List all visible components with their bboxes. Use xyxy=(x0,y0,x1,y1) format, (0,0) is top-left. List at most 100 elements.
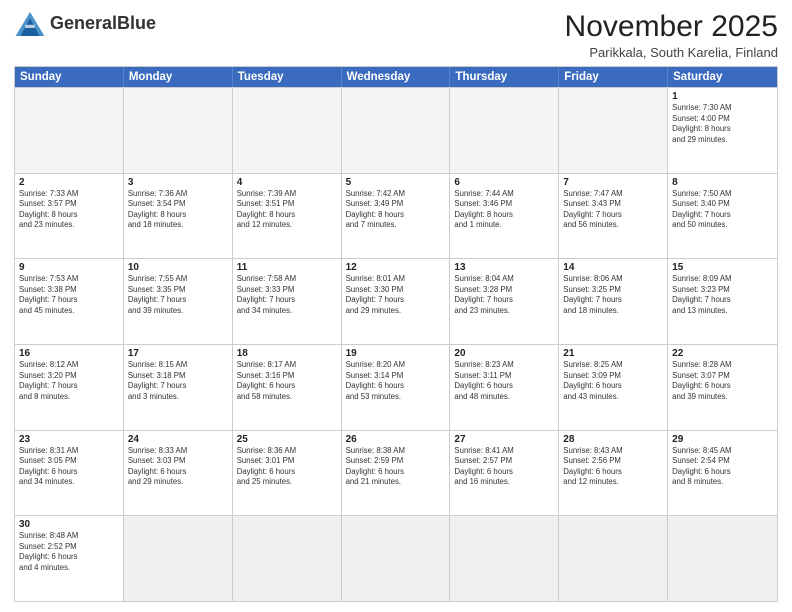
day-cell: 24Sunrise: 8:33 AM Sunset: 3:03 PM Dayli… xyxy=(124,431,233,516)
day-cell xyxy=(124,88,233,173)
day-header-thursday: Thursday xyxy=(450,67,559,87)
day-cell: 13Sunrise: 8:04 AM Sunset: 3:28 PM Dayli… xyxy=(450,259,559,344)
day-info: Sunrise: 8:38 AM Sunset: 2:59 PM Dayligh… xyxy=(346,446,446,488)
day-cell: 7Sunrise: 7:47 AM Sunset: 3:43 PM Daylig… xyxy=(559,174,668,259)
day-cell: 20Sunrise: 8:23 AM Sunset: 3:11 PM Dayli… xyxy=(450,345,559,430)
day-info: Sunrise: 8:17 AM Sunset: 3:16 PM Dayligh… xyxy=(237,360,337,402)
day-cell: 11Sunrise: 7:58 AM Sunset: 3:33 PM Dayli… xyxy=(233,259,342,344)
header: GeneralBlue November 2025 Parikkala, Sou… xyxy=(14,10,778,60)
month-title: November 2025 xyxy=(565,10,778,43)
day-info: Sunrise: 7:47 AM Sunset: 3:43 PM Dayligh… xyxy=(563,189,663,231)
day-cell: 26Sunrise: 8:38 AM Sunset: 2:59 PM Dayli… xyxy=(342,431,451,516)
day-number: 19 xyxy=(346,348,446,359)
day-cell: 12Sunrise: 8:01 AM Sunset: 3:30 PM Dayli… xyxy=(342,259,451,344)
location-subtitle: Parikkala, South Karelia, Finland xyxy=(565,45,778,60)
day-number: 29 xyxy=(672,434,773,445)
week-row-4: 16Sunrise: 8:12 AM Sunset: 3:20 PM Dayli… xyxy=(15,344,777,430)
day-cell: 17Sunrise: 8:15 AM Sunset: 3:18 PM Dayli… xyxy=(124,345,233,430)
week-row-6: 30Sunrise: 8:48 AM Sunset: 2:52 PM Dayli… xyxy=(15,515,777,601)
day-headers-row: SundayMondayTuesdayWednesdayThursdayFrid… xyxy=(15,67,777,87)
day-number: 16 xyxy=(19,348,119,359)
day-info: Sunrise: 8:43 AM Sunset: 2:56 PM Dayligh… xyxy=(563,446,663,488)
day-number: 12 xyxy=(346,262,446,273)
day-number: 24 xyxy=(128,434,228,445)
day-info: Sunrise: 8:45 AM Sunset: 2:54 PM Dayligh… xyxy=(672,446,773,488)
week-row-2: 2Sunrise: 7:33 AM Sunset: 3:57 PM Daylig… xyxy=(15,173,777,259)
day-cell: 3Sunrise: 7:36 AM Sunset: 3:54 PM Daylig… xyxy=(124,174,233,259)
day-info: Sunrise: 8:15 AM Sunset: 3:18 PM Dayligh… xyxy=(128,360,228,402)
day-cell xyxy=(233,516,342,601)
day-number: 3 xyxy=(128,177,228,188)
day-cell xyxy=(559,88,668,173)
day-cell: 29Sunrise: 8:45 AM Sunset: 2:54 PM Dayli… xyxy=(668,431,777,516)
day-info: Sunrise: 8:36 AM Sunset: 3:01 PM Dayligh… xyxy=(237,446,337,488)
day-info: Sunrise: 7:58 AM Sunset: 3:33 PM Dayligh… xyxy=(237,274,337,316)
day-number: 23 xyxy=(19,434,119,445)
day-cell: 25Sunrise: 8:36 AM Sunset: 3:01 PM Dayli… xyxy=(233,431,342,516)
day-cell: 4Sunrise: 7:39 AM Sunset: 3:51 PM Daylig… xyxy=(233,174,342,259)
logo: GeneralBlue xyxy=(14,10,156,38)
day-info: Sunrise: 7:50 AM Sunset: 3:40 PM Dayligh… xyxy=(672,189,773,231)
day-number: 9 xyxy=(19,262,119,273)
calendar-page: GeneralBlue November 2025 Parikkala, Sou… xyxy=(0,0,792,612)
day-cell: 5Sunrise: 7:42 AM Sunset: 3:49 PM Daylig… xyxy=(342,174,451,259)
day-header-wednesday: Wednesday xyxy=(342,67,451,87)
week-row-5: 23Sunrise: 8:31 AM Sunset: 3:05 PM Dayli… xyxy=(15,430,777,516)
day-cell xyxy=(450,516,559,601)
day-info: Sunrise: 7:30 AM Sunset: 4:00 PM Dayligh… xyxy=(672,103,773,145)
title-block: November 2025 Parikkala, South Karelia, … xyxy=(565,10,778,60)
day-info: Sunrise: 8:20 AM Sunset: 3:14 PM Dayligh… xyxy=(346,360,446,402)
calendar: SundayMondayTuesdayWednesdayThursdayFrid… xyxy=(14,66,778,602)
day-cell xyxy=(15,88,124,173)
day-number: 15 xyxy=(672,262,773,273)
day-number: 14 xyxy=(563,262,663,273)
day-info: Sunrise: 7:39 AM Sunset: 3:51 PM Dayligh… xyxy=(237,189,337,231)
day-header-sunday: Sunday xyxy=(15,67,124,87)
day-cell: 28Sunrise: 8:43 AM Sunset: 2:56 PM Dayli… xyxy=(559,431,668,516)
day-cell xyxy=(668,516,777,601)
day-info: Sunrise: 8:28 AM Sunset: 3:07 PM Dayligh… xyxy=(672,360,773,402)
day-info: Sunrise: 7:33 AM Sunset: 3:57 PM Dayligh… xyxy=(19,189,119,231)
day-cell: 19Sunrise: 8:20 AM Sunset: 3:14 PM Dayli… xyxy=(342,345,451,430)
day-cell xyxy=(124,516,233,601)
day-cell xyxy=(233,88,342,173)
day-number: 26 xyxy=(346,434,446,445)
day-cell: 30Sunrise: 8:48 AM Sunset: 2:52 PM Dayli… xyxy=(15,516,124,601)
day-cell: 15Sunrise: 8:09 AM Sunset: 3:23 PM Dayli… xyxy=(668,259,777,344)
day-number: 7 xyxy=(563,177,663,188)
day-cell: 23Sunrise: 8:31 AM Sunset: 3:05 PM Dayli… xyxy=(15,431,124,516)
day-number: 10 xyxy=(128,262,228,273)
day-info: Sunrise: 8:23 AM Sunset: 3:11 PM Dayligh… xyxy=(454,360,554,402)
day-cell: 21Sunrise: 8:25 AM Sunset: 3:09 PM Dayli… xyxy=(559,345,668,430)
logo-icon xyxy=(14,10,46,38)
day-info: Sunrise: 8:31 AM Sunset: 3:05 PM Dayligh… xyxy=(19,446,119,488)
day-info: Sunrise: 7:55 AM Sunset: 3:35 PM Dayligh… xyxy=(128,274,228,316)
day-number: 8 xyxy=(672,177,773,188)
day-number: 18 xyxy=(237,348,337,359)
day-info: Sunrise: 7:44 AM Sunset: 3:46 PM Dayligh… xyxy=(454,189,554,231)
day-cell: 8Sunrise: 7:50 AM Sunset: 3:40 PM Daylig… xyxy=(668,174,777,259)
week-row-3: 9Sunrise: 7:53 AM Sunset: 3:38 PM Daylig… xyxy=(15,258,777,344)
day-info: Sunrise: 7:42 AM Sunset: 3:49 PM Dayligh… xyxy=(346,189,446,231)
day-info: Sunrise: 8:41 AM Sunset: 2:57 PM Dayligh… xyxy=(454,446,554,488)
day-cell: 2Sunrise: 7:33 AM Sunset: 3:57 PM Daylig… xyxy=(15,174,124,259)
day-info: Sunrise: 8:06 AM Sunset: 3:25 PM Dayligh… xyxy=(563,274,663,316)
day-number: 27 xyxy=(454,434,554,445)
day-cell: 6Sunrise: 7:44 AM Sunset: 3:46 PM Daylig… xyxy=(450,174,559,259)
day-number: 25 xyxy=(237,434,337,445)
day-cell xyxy=(342,88,451,173)
day-cell: 27Sunrise: 8:41 AM Sunset: 2:57 PM Dayli… xyxy=(450,431,559,516)
day-number: 22 xyxy=(672,348,773,359)
day-cell: 10Sunrise: 7:55 AM Sunset: 3:35 PM Dayli… xyxy=(124,259,233,344)
day-number: 13 xyxy=(454,262,554,273)
day-info: Sunrise: 8:04 AM Sunset: 3:28 PM Dayligh… xyxy=(454,274,554,316)
day-info: Sunrise: 7:36 AM Sunset: 3:54 PM Dayligh… xyxy=(128,189,228,231)
day-header-friday: Friday xyxy=(559,67,668,87)
day-cell: 18Sunrise: 8:17 AM Sunset: 3:16 PM Dayli… xyxy=(233,345,342,430)
day-number: 30 xyxy=(19,519,119,530)
calendar-body: 1Sunrise: 7:30 AM Sunset: 4:00 PM Daylig… xyxy=(15,87,777,601)
day-number: 28 xyxy=(563,434,663,445)
day-number: 5 xyxy=(346,177,446,188)
day-number: 21 xyxy=(563,348,663,359)
day-info: Sunrise: 8:33 AM Sunset: 3:03 PM Dayligh… xyxy=(128,446,228,488)
